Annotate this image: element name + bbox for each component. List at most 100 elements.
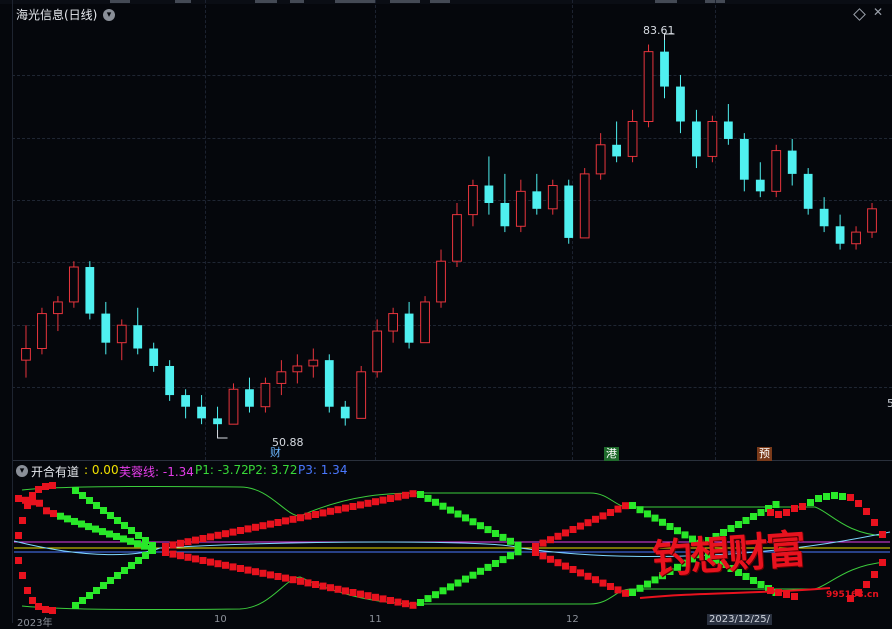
indicator-marker: [547, 555, 554, 563]
indicator-marker: [432, 591, 439, 599]
indicator-marker: [514, 548, 522, 556]
indicator-marker: [387, 597, 394, 604]
indicator-marker: [584, 519, 592, 527]
indicator-marker: [327, 584, 334, 592]
indicator-marker: [454, 579, 462, 587]
indicator-marker: [424, 595, 432, 603]
indicator-marker: [439, 502, 447, 510]
indicator-marker: [577, 522, 584, 530]
indicator-marker: [439, 587, 447, 595]
indicator-marker: [831, 492, 838, 499]
indicator-marker: [357, 501, 364, 509]
indicator-marker: [569, 526, 577, 533]
indicator-marker: [629, 589, 636, 596]
indicator-marker: [614, 505, 622, 513]
indicator-marker: [222, 561, 229, 569]
indicator-marker: [569, 566, 577, 573]
indicator-marker: [477, 522, 484, 530]
indicator-marker: [49, 482, 56, 489]
indicator-marker: [229, 563, 237, 571]
indicator-marker: [799, 503, 806, 510]
indicator-marker: [184, 553, 192, 561]
indicator-marker: [499, 556, 507, 564]
indicator-marker: [72, 487, 79, 494]
indicator-marker: [214, 531, 222, 539]
indicator-marker: [394, 493, 402, 501]
indicator-marker: [297, 514, 304, 522]
indicator-marker: [177, 539, 184, 547]
indicator-marker: [334, 506, 342, 514]
indicator-marker: [134, 540, 141, 548]
indicator-marker: [142, 552, 149, 559]
indicator-marker: [807, 499, 814, 506]
indicator-marker: [24, 587, 31, 594]
indicator-marker: [783, 591, 790, 598]
indicator-marker: [622, 589, 629, 597]
indicator-marker: [863, 508, 870, 515]
indicator-marker: [100, 507, 107, 514]
indicator-marker: [469, 571, 477, 579]
indicator-marker: [484, 526, 492, 534]
indicator-marker: [114, 517, 121, 524]
indicator-marker: [237, 527, 244, 534]
indicator-marker: [342, 504, 349, 512]
indicator-marker: [304, 512, 312, 520]
indicator-marker: [424, 494, 432, 502]
indicator-marker: [184, 538, 192, 546]
indicator-marker: [757, 509, 765, 516]
indicator-marker: [379, 595, 387, 603]
indicator-marker: [107, 512, 114, 519]
indicator-marker: [357, 590, 364, 598]
indicator-marker: [29, 597, 36, 604]
indicator-marker: [35, 486, 42, 493]
indicator-marker: [394, 598, 402, 606]
indicator-marker: [532, 549, 539, 556]
indicator-marker: [244, 525, 252, 533]
indicator-marker: [229, 528, 237, 536]
indicator-marker: [106, 530, 113, 538]
indicator-marker: [334, 585, 342, 593]
x-axis-label: 2023年: [17, 618, 53, 629]
indicator-marker: [282, 574, 289, 582]
indicator-marker: [71, 517, 78, 525]
indicator-marker: [839, 493, 846, 500]
watermark-logo: 钓想财富: [650, 525, 806, 584]
indicator-marker: [50, 510, 57, 518]
indicator-marker: [169, 550, 177, 558]
indicator-marker: [114, 572, 121, 579]
indicator-marker: [297, 577, 304, 585]
x-axis-label: 12: [566, 614, 579, 625]
indicator-marker: [267, 571, 274, 579]
indicator-marker: [636, 584, 644, 592]
indicator-marker: [192, 555, 199, 563]
indicator-marker: [432, 498, 439, 506]
indicator-marker: [327, 507, 334, 515]
indicator-marker: [507, 552, 514, 560]
indicator-marker: [592, 576, 599, 584]
indicator-marker: [128, 527, 135, 534]
indicator-marker: [532, 543, 539, 550]
indicator-marker: [113, 532, 120, 540]
x-axis-label: 11: [369, 614, 382, 625]
indicator-marker: [244, 566, 252, 574]
indicator-marker: [192, 536, 199, 544]
indicator-marker: [86, 592, 93, 599]
indicator-marker: [274, 519, 282, 526]
indicator-marker: [629, 502, 636, 509]
indicator-marker: [863, 581, 870, 588]
indicator-marker: [162, 549, 169, 556]
indicator-marker: [319, 582, 327, 590]
indicator-marker: [121, 522, 128, 529]
indicator-marker: [100, 582, 107, 589]
indicator-marker: [599, 512, 607, 520]
indicator-marker: [72, 602, 79, 609]
indicator-marker: [15, 495, 22, 502]
indicator-marker: [577, 569, 584, 577]
indicator-marker: [267, 520, 274, 528]
indicator-marker: [417, 599, 424, 606]
x-axis-label: 10: [214, 614, 227, 625]
indicator-marker: [499, 533, 507, 541]
indicator-marker: [402, 491, 409, 499]
indicator-marker: [484, 563, 492, 571]
indicator-marker: [879, 559, 886, 566]
